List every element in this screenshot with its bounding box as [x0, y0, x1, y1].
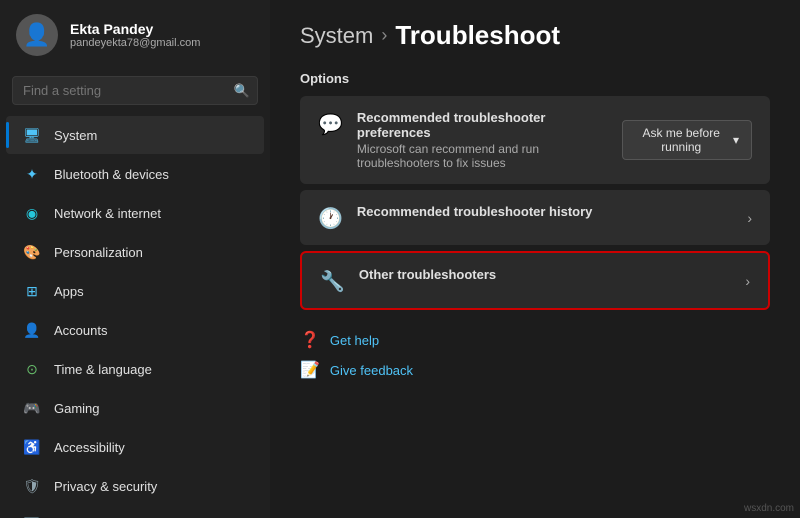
option-other-troubleshooters[interactable]: 🔧 Other troubleshooters › [300, 251, 770, 310]
privacy-icon: 🛡 [22, 476, 42, 496]
search-icon: 🔍 [234, 83, 250, 99]
sidebar: 👤 Ekta Pandey pandeyekta78@gmail.com 🔍 🖥… [0, 0, 270, 518]
history-icon: 🕐 [318, 206, 343, 231]
network-icon: ◉ [22, 203, 42, 223]
sidebar-item-label: Network & internet [54, 206, 161, 221]
accounts-icon: 👤 [22, 320, 42, 340]
sidebar-item-apps[interactable]: ⊞ Apps [6, 272, 264, 310]
sidebar-item-label: Accessibility [54, 440, 125, 455]
sidebar-item-gaming[interactable]: 🎮 Gaming [6, 389, 264, 427]
apps-icon: ⊞ [22, 281, 42, 301]
system-icon: 🖥 [22, 125, 42, 145]
sidebar-item-system[interactable]: 🖥 System [6, 116, 264, 154]
user-icon: 👤 [23, 22, 50, 48]
bluetooth-icon: ✦ [22, 164, 42, 184]
sidebar-item-label: Bluetooth & devices [54, 167, 169, 182]
option-right: › [747, 210, 752, 226]
breadcrumb: System › Troubleshoot [300, 20, 770, 51]
user-name: Ekta Pandey [70, 21, 200, 37]
breadcrumb-current: Troubleshoot [395, 20, 560, 51]
user-info: Ekta Pandey pandeyekta78@gmail.com [70, 21, 200, 49]
get-help-link[interactable]: ❓ Get help [300, 330, 770, 350]
sidebar-item-privacy[interactable]: 🛡 Privacy & security [6, 467, 264, 505]
sidebar-item-label: Gaming [54, 401, 100, 416]
section-label: Options [300, 71, 770, 86]
breadcrumb-parent[interactable]: System [300, 23, 373, 49]
option-title: Recommended troubleshooter history [357, 204, 592, 219]
sidebar-item-label: Apps [54, 284, 84, 299]
option-recommended-history[interactable]: 🕐 Recommended troubleshooter history › [300, 190, 770, 245]
sidebar-item-label: Accounts [54, 323, 107, 338]
sidebar-item-accessibility[interactable]: ♿ Accessibility [6, 428, 264, 466]
sidebar-item-label: Personalization [54, 245, 143, 260]
give-feedback-icon: 📝 [300, 360, 320, 380]
option-text: Other troubleshooters [359, 267, 496, 282]
get-help-label: Get help [330, 333, 379, 348]
sidebar-item-label: Time & language [54, 362, 152, 377]
option-title: Other troubleshooters [359, 267, 496, 282]
option-subtitle: Microsoft can recommend and run troubles… [357, 142, 623, 170]
nav-items: 🖥 System ✦ Bluetooth & devices ◉ Network… [0, 115, 270, 518]
option-left: 💬 Recommended troubleshooter preferences… [318, 110, 622, 170]
dropdown-label: Ask me before running [635, 126, 727, 154]
give-feedback-label: Give feedback [330, 363, 413, 378]
give-feedback-link[interactable]: 📝 Give feedback [300, 360, 770, 380]
chevron-right-icon: › [747, 210, 752, 226]
ask-before-running-dropdown[interactable]: Ask me before running ▾ [622, 120, 752, 160]
sidebar-item-time[interactable]: ⊙ Time & language [6, 350, 264, 388]
sidebar-item-personalization[interactable]: 🎨 Personalization [6, 233, 264, 271]
option-text: Recommended troubleshooter history [357, 204, 592, 219]
watermark: wsxdn.com [744, 503, 794, 514]
option-text: Recommended troubleshooter preferences M… [357, 110, 623, 170]
accessibility-icon: ♿ [22, 437, 42, 457]
avatar: 👤 [16, 14, 58, 56]
option-left: 🕐 Recommended troubleshooter history [318, 204, 592, 231]
user-profile[interactable]: 👤 Ekta Pandey pandeyekta78@gmail.com [0, 0, 270, 70]
sidebar-item-label: System [54, 128, 97, 143]
time-icon: ⊙ [22, 359, 42, 379]
sidebar-item-bluetooth[interactable]: ✦ Bluetooth & devices [6, 155, 264, 193]
chat-icon: 💬 [318, 112, 343, 137]
option-title: Recommended troubleshooter preferences [357, 110, 623, 140]
options-list: 💬 Recommended troubleshooter preferences… [300, 96, 770, 310]
user-email: pandeyekta78@gmail.com [70, 37, 200, 49]
dropdown-chevron-icon: ▾ [733, 133, 739, 147]
sidebar-item-accounts[interactable]: 👤 Accounts [6, 311, 264, 349]
search-input[interactable] [12, 76, 258, 105]
option-recommended-prefs[interactable]: 💬 Recommended troubleshooter preferences… [300, 96, 770, 184]
links-section: ❓ Get help 📝 Give feedback [300, 330, 770, 380]
option-right: Ask me before running ▾ [622, 120, 752, 160]
get-help-icon: ❓ [300, 330, 320, 350]
chevron-right-icon: › [745, 273, 750, 289]
sidebar-item-label: Privacy & security [54, 479, 157, 494]
main-content: System › Troubleshoot Options 💬 Recommen… [270, 0, 800, 518]
option-right: › [745, 273, 750, 289]
gaming-icon: 🎮 [22, 398, 42, 418]
sidebar-item-windows-update[interactable]: 🔄 Windows Update [6, 506, 264, 518]
search-box[interactable]: 🔍 [12, 76, 258, 105]
sidebar-item-network[interactable]: ◉ Network & internet [6, 194, 264, 232]
wrench-icon: 🔧 [320, 269, 345, 294]
breadcrumb-separator: › [381, 25, 387, 46]
option-left: 🔧 Other troubleshooters [320, 267, 496, 294]
personalization-icon: 🎨 [22, 242, 42, 262]
